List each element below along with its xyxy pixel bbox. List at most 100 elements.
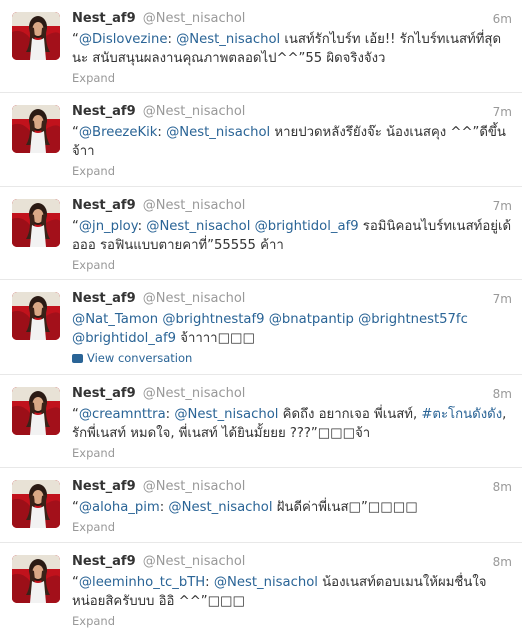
- expand-link[interactable]: Expand: [72, 257, 512, 273]
- mention-link[interactable]: @creamnttra: [79, 407, 166, 422]
- tweet-header: Nest_af9 @Nest_nisachol 6m: [72, 10, 512, 28]
- tweet-content: Nest_af9 @Nest_nisachol 7m @Nat_Tamon @b…: [72, 290, 512, 366]
- fullname[interactable]: Nest_af9: [72, 554, 136, 569]
- mention-link[interactable]: @Nest_nisachol: [146, 219, 250, 234]
- tweet-text-segment: จ้าาาา□□□: [176, 331, 255, 346]
- tweet[interactable]: Nest_af9 @Nest_nisachol 7m @Nat_Tamon @b…: [0, 280, 522, 375]
- expand-link[interactable]: Expand: [72, 519, 512, 535]
- tweet-text-segment: “: [72, 575, 79, 590]
- tweet-text-segment: :: [137, 219, 147, 234]
- tweet-header: Nest_af9 @Nest_nisachol 8m: [72, 385, 512, 403]
- hashtag-link[interactable]: #ตะโกนดังดัง: [421, 407, 502, 422]
- tweet-text: “@BreezeKik: @Nest_nisachol หายปวดหลังรึ…: [72, 123, 512, 161]
- avatar[interactable]: [12, 199, 60, 247]
- tweet-content: Nest_af9 @Nest_nisachol 7m “@jn_ploy: @N…: [72, 197, 512, 273]
- mention-link[interactable]: @brightnest57fc: [358, 312, 468, 327]
- username[interactable]: @Nest_nisachol: [143, 291, 246, 306]
- tweet-content: Nest_af9 @Nest_nisachol 8m “@leeminho_tc…: [72, 553, 512, 629]
- username[interactable]: @Nest_nisachol: [143, 554, 246, 569]
- timestamp[interactable]: 8m: [493, 385, 512, 403]
- tweet-content: Nest_af9 @Nest_nisachol 6m “@Dislovezine…: [72, 10, 512, 86]
- mention-link[interactable]: @leeminho_tc_bTH: [79, 575, 205, 590]
- timestamp[interactable]: 7m: [493, 103, 512, 121]
- tweet-header: Nest_af9 @Nest_nisachol 7m: [72, 103, 512, 121]
- expand-link[interactable]: Expand: [72, 445, 512, 461]
- tweet-header: Nest_af9 @Nest_nisachol 8m: [72, 478, 512, 496]
- timeline: Nest_af9 @Nest_nisachol 6m “@Dislovezine…: [0, 0, 522, 628]
- tweet-text-segment: “: [72, 407, 79, 422]
- mention-link[interactable]: @Nest_nisachol: [214, 575, 318, 590]
- tweet[interactable]: Nest_af9 @Nest_nisachol 7m “@BreezeKik: …: [0, 93, 522, 187]
- fullname[interactable]: Nest_af9: [72, 11, 136, 26]
- timestamp[interactable]: 7m: [493, 290, 512, 308]
- profile-photo: [12, 387, 60, 435]
- fullname[interactable]: Nest_af9: [72, 198, 136, 213]
- timestamp[interactable]: 6m: [493, 10, 512, 28]
- tweet-text-segment: :: [157, 125, 167, 140]
- timestamp[interactable]: 8m: [493, 553, 512, 571]
- expand-link[interactable]: Expand: [72, 613, 512, 629]
- tweet-header: Nest_af9 @Nest_nisachol 7m: [72, 290, 512, 308]
- avatar[interactable]: [12, 480, 60, 528]
- avatar[interactable]: [12, 105, 60, 153]
- mention-link[interactable]: @BreezeKik: [79, 125, 158, 140]
- tweet-text-segment: คิดถึง อยากเจอ พี่เนสท์,: [278, 407, 422, 422]
- tweet-text-segment: :: [205, 575, 214, 590]
- profile-photo: [12, 105, 60, 153]
- tweet[interactable]: Nest_af9 @Nest_nisachol 8m “@aloha_pim: …: [0, 468, 522, 543]
- conversation-icon: [72, 354, 83, 363]
- mention-link[interactable]: @aloha_pim: [79, 500, 160, 515]
- timestamp[interactable]: 8m: [493, 478, 512, 496]
- tweet-text: “@jn_ploy: @Nest_nisachol @brightidol_af…: [72, 217, 512, 255]
- tweet-text: “@leeminho_tc_bTH: @Nest_nisachol น้องเน…: [72, 573, 512, 611]
- fullname[interactable]: Nest_af9: [72, 104, 136, 119]
- mention-link[interactable]: @bnatpantip: [269, 312, 354, 327]
- profile-photo: [12, 12, 60, 60]
- tweet-header: Nest_af9 @Nest_nisachol 8m: [72, 553, 512, 571]
- avatar[interactable]: [12, 555, 60, 603]
- mention-link[interactable]: @brightidol_af9: [72, 331, 176, 346]
- avatar[interactable]: [12, 12, 60, 60]
- tweet-text-segment: :: [167, 32, 177, 47]
- mention-link[interactable]: @Nest_nisachol: [166, 125, 270, 140]
- fullname[interactable]: Nest_af9: [72, 291, 136, 306]
- tweet-text: “@Dislovezine: @Nest_nisachol เนสท์รักไบ…: [72, 30, 512, 68]
- username[interactable]: @Nest_nisachol: [143, 198, 246, 213]
- username[interactable]: @Nest_nisachol: [143, 104, 246, 119]
- tweet-text-segment: “: [72, 125, 79, 140]
- username[interactable]: @Nest_nisachol: [143, 11, 246, 26]
- tweet-content: Nest_af9 @Nest_nisachol 7m “@BreezeKik: …: [72, 103, 512, 179]
- mention-link[interactable]: @Dislovezine: [79, 32, 168, 47]
- mention-link[interactable]: @Nest_nisachol: [176, 32, 280, 47]
- fullname[interactable]: Nest_af9: [72, 479, 136, 494]
- tweet-text: @Nat_Tamon @brightnestaf9 @bnatpantip @b…: [72, 310, 512, 348]
- profile-photo: [12, 480, 60, 528]
- view-conversation-link[interactable]: View conversation: [72, 350, 512, 366]
- tweet[interactable]: Nest_af9 @Nest_nisachol 7m “@jn_ploy: @N…: [0, 187, 522, 280]
- profile-photo: [12, 292, 60, 340]
- tweet[interactable]: Nest_af9 @Nest_nisachol 6m “@Dislovezine…: [0, 0, 522, 93]
- tweet-content: Nest_af9 @Nest_nisachol 8m “@aloha_pim: …: [72, 478, 512, 535]
- timestamp[interactable]: 7m: [493, 197, 512, 215]
- mention-link[interactable]: @brightidol_af9: [255, 219, 359, 234]
- tweet-text-segment: “: [72, 219, 79, 234]
- tweet-header: Nest_af9 @Nest_nisachol 7m: [72, 197, 512, 215]
- mention-link[interactable]: @Nat_Tamon: [72, 312, 158, 327]
- avatar[interactable]: [12, 387, 60, 435]
- tweet-text: “@aloha_pim: @Nest_nisachol ฝันดีค่าพี่เ…: [72, 498, 512, 517]
- profile-photo: [12, 555, 60, 603]
- mention-link[interactable]: @jn_ploy: [79, 219, 138, 234]
- expand-link[interactable]: Expand: [72, 70, 512, 86]
- username[interactable]: @Nest_nisachol: [143, 479, 246, 494]
- tweet-text-segment: “: [72, 32, 79, 47]
- tweet-text: “@creamnttra: @Nest_nisachol คิดถึง อยาก…: [72, 405, 512, 443]
- mention-link[interactable]: @Nest_nisachol: [168, 500, 272, 515]
- mention-link[interactable]: @brightnestaf9: [162, 312, 264, 327]
- mention-link[interactable]: @Nest_nisachol: [174, 407, 278, 422]
- fullname[interactable]: Nest_af9: [72, 386, 136, 401]
- tweet[interactable]: Nest_af9 @Nest_nisachol 8m “@leeminho_tc…: [0, 543, 522, 628]
- username[interactable]: @Nest_nisachol: [143, 386, 246, 401]
- avatar[interactable]: [12, 292, 60, 340]
- tweet[interactable]: Nest_af9 @Nest_nisachol 8m “@creamnttra:…: [0, 375, 522, 468]
- expand-link[interactable]: Expand: [72, 163, 512, 179]
